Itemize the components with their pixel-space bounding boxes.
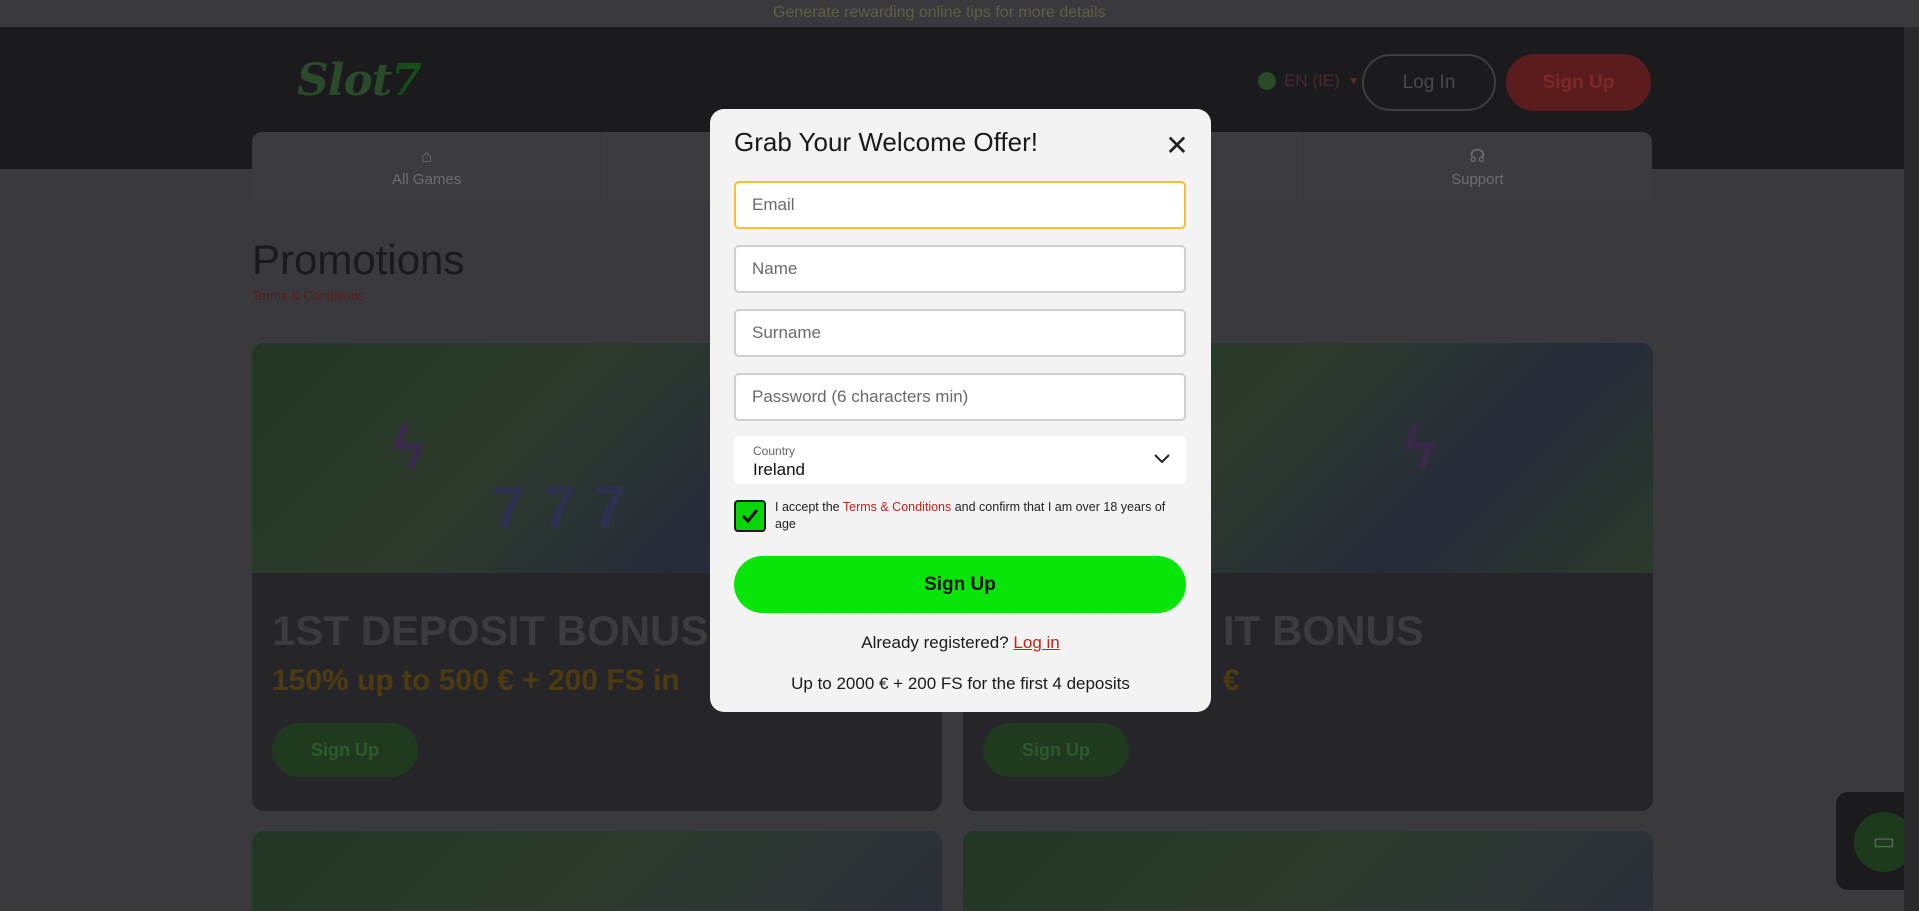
modal-title: Grab Your Welcome Offer! xyxy=(734,127,1038,157)
country-label: Country xyxy=(753,444,796,458)
chevron-down-icon: ▼ xyxy=(1347,74,1360,88)
promo-card xyxy=(252,831,942,911)
checkmark-icon xyxy=(741,509,759,524)
promo-banner-image xyxy=(252,831,942,911)
promo-card-offer: 150% up to 500 € + 200 FS in xyxy=(272,664,680,697)
flag-icon xyxy=(1258,72,1276,90)
promo-signup-button[interactable]: Sign Up xyxy=(272,723,418,777)
promo-card-title: IT BONUS xyxy=(1223,607,1424,654)
promotions-terms-link[interactable]: Terms & Conditions xyxy=(252,288,365,303)
promo-signup-button[interactable]: Sign Up xyxy=(983,723,1129,777)
terms-checkbox[interactable] xyxy=(734,500,766,532)
promo-card-offer: € xyxy=(1223,664,1240,697)
page-scrollbar[interactable] xyxy=(1904,27,1919,911)
promo-banner-image xyxy=(963,831,1653,911)
games-icon: ⌂ xyxy=(421,146,433,166)
nav-item-label: Support xyxy=(1451,171,1504,188)
bonus-text: Up to 2000 € + 200 FS for the first 4 de… xyxy=(791,674,1130,693)
close-icon[interactable]: ✕ xyxy=(1162,131,1192,161)
announcement-text: Generate rewarding online tips for more … xyxy=(773,4,1106,21)
support-icon: ☊ xyxy=(1469,146,1486,166)
language-label: EN (IE) xyxy=(1284,71,1340,90)
header-signup-button[interactable]: Sign Up xyxy=(1506,54,1651,111)
announcement-bar: Generate rewarding online tips for more … xyxy=(0,0,1919,27)
nav-item-all-games[interactable]: ⌂ All Games xyxy=(252,132,603,202)
terms-text: I accept the Terms & Conditions and conf… xyxy=(775,500,1166,531)
surname-field[interactable] xyxy=(734,309,1186,357)
header-login-button[interactable]: Log In xyxy=(1362,54,1496,111)
email-field[interactable] xyxy=(734,181,1186,229)
signup-modal: Grab Your Welcome Offer! ✕ Country Irela… xyxy=(710,109,1211,712)
signup-button[interactable]: Sign Up xyxy=(734,556,1186,613)
already-registered-text: Already registered? Log in xyxy=(861,633,1060,652)
chat-icon: ▭ xyxy=(1872,828,1896,855)
promo-card xyxy=(963,831,1653,911)
password-field[interactable] xyxy=(734,373,1186,421)
promo-card-title: 1ST DEPOSIT BONUS xyxy=(272,607,709,654)
nav-item-label: All Games xyxy=(392,171,462,188)
terms-link[interactable]: Terms & Conditions xyxy=(843,500,951,514)
country-select[interactable]: Country Ireland xyxy=(734,436,1186,484)
nav-item-support[interactable]: ☊ Support xyxy=(1303,132,1652,202)
name-field[interactable] xyxy=(734,245,1186,293)
login-link[interactable]: Log in xyxy=(1013,633,1059,652)
site-logo[interactable]: Slot7 xyxy=(297,55,422,106)
language-selector[interactable]: EN (IE) ▼ xyxy=(1258,71,1360,91)
page-title: Promotions xyxy=(252,236,465,283)
chevron-down-icon xyxy=(1154,454,1170,464)
country-value: Ireland xyxy=(753,460,805,479)
